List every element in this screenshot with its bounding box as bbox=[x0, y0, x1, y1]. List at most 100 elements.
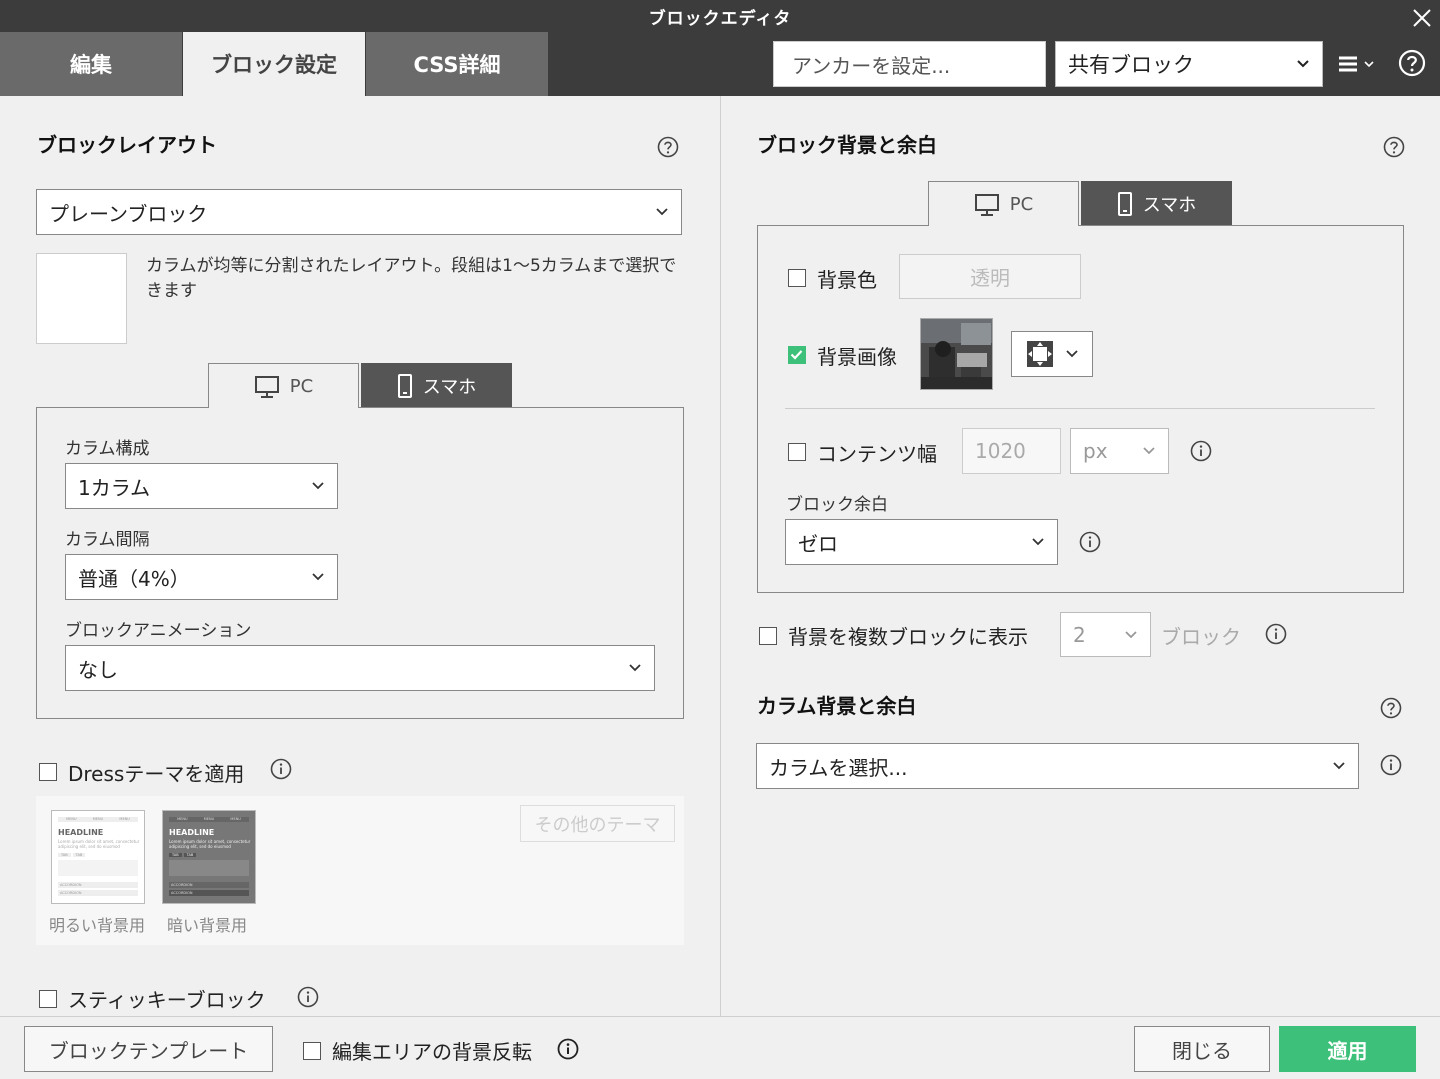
bg-color-label: 背景色 bbox=[817, 268, 877, 292]
help-icon[interactable] bbox=[1398, 49, 1426, 77]
window-title: ブロックエディタ bbox=[648, 9, 792, 29]
tab-smartphone-label: スマホ bbox=[422, 377, 477, 398]
column-gap-label: カラム間隔 bbox=[65, 530, 150, 550]
check-icon bbox=[790, 350, 803, 360]
tab-join bbox=[929, 224, 1078, 227]
menu-button[interactable] bbox=[1338, 48, 1386, 80]
help-icon[interactable] bbox=[1380, 697, 1402, 719]
divider bbox=[785, 408, 1375, 409]
theme-tab: TAB bbox=[183, 853, 197, 857]
theme-body-text: Lorem ipsum dolor sit amet, consectetur … bbox=[169, 839, 251, 849]
tab-pc-left[interactable]: PC bbox=[208, 363, 359, 409]
block-template-button[interactable]: ブロックテンプレート bbox=[24, 1026, 273, 1072]
bg-image-label: 背景画像 bbox=[817, 345, 897, 369]
theme-tabs: TAB TAB bbox=[169, 853, 197, 857]
tab-smartphone-left[interactable]: スマホ bbox=[361, 363, 512, 409]
theme-menu-bar: MENU MENU MENU bbox=[58, 817, 138, 822]
chevron-down-icon bbox=[628, 663, 642, 673]
monitor-icon bbox=[254, 375, 280, 399]
bg-color-checkbox[interactable] bbox=[788, 269, 806, 287]
apply-button[interactable]: 適用 bbox=[1279, 1026, 1416, 1072]
theme-menu-item: MENU bbox=[230, 817, 241, 821]
chevron-down-icon bbox=[1332, 761, 1346, 771]
tab-pc-label: PC bbox=[289, 376, 314, 397]
sticky-block-checkbox[interactable] bbox=[39, 990, 57, 1008]
close-icon[interactable] bbox=[1410, 6, 1434, 30]
theme-menu-item: MENU bbox=[203, 817, 215, 821]
anchor-input[interactable]: アンカーを設定... bbox=[773, 41, 1046, 87]
multi-bg-label: 背景を複数ブロックに表示 bbox=[788, 625, 1028, 649]
column-select[interactable]: カラムを選択... bbox=[756, 743, 1359, 789]
info-icon[interactable] bbox=[1265, 623, 1287, 645]
tab-block-settings[interactable]: ブロック設定 bbox=[183, 32, 365, 96]
bg-image-thumbnail[interactable] bbox=[920, 318, 993, 390]
multi-bg-suffix: ブロック bbox=[1161, 625, 1241, 649]
theme-light-caption: 明るい背景用 bbox=[49, 916, 146, 935]
shared-block-value: 共有ブロック bbox=[1068, 53, 1194, 77]
tab-css-details[interactable]: CSS詳細 bbox=[366, 32, 548, 96]
tab-edit[interactable]: 編集 bbox=[0, 32, 182, 96]
help-icon[interactable] bbox=[657, 136, 679, 158]
tab-smartphone-right[interactable]: スマホ bbox=[1081, 181, 1232, 227]
info-icon[interactable] bbox=[270, 758, 292, 780]
chevron-down-icon bbox=[311, 481, 325, 491]
title-bar: ブロックエディタ 編集 ブロック設定 CSS詳細 アンカーを設定... 共有ブロ… bbox=[0, 0, 1440, 96]
theme-accordion: ACCORDION bbox=[169, 882, 249, 888]
chevron-down-icon bbox=[655, 207, 669, 217]
smartphone-icon bbox=[1117, 191, 1133, 217]
close-button[interactable]: 閉じる bbox=[1134, 1026, 1270, 1072]
layout-preview bbox=[36, 253, 127, 344]
animation-value: なし bbox=[78, 657, 118, 682]
multi-bg-count-select[interactable]: 2 bbox=[1060, 612, 1151, 657]
theme-dark-thumb[interactable]: MENU MENU MENU HEADLINE Lorem ipsum dolo… bbox=[162, 810, 256, 904]
content-width-input[interactable]: 1020 bbox=[962, 428, 1061, 474]
tab-pc-right[interactable]: PC bbox=[928, 181, 1079, 227]
dress-theme-checkbox[interactable] bbox=[39, 763, 57, 781]
column-config-select[interactable]: 1カラム bbox=[65, 463, 338, 509]
column-config-label: カラム構成 bbox=[65, 439, 150, 459]
theme-menu-item: MENU bbox=[92, 817, 104, 821]
column-gap-value: 普通（4%） bbox=[78, 566, 190, 591]
chevron-down-icon bbox=[1124, 630, 1138, 640]
monitor-icon bbox=[974, 193, 1000, 217]
block-margin-label: ブロック余白 bbox=[786, 495, 888, 515]
column-select-value: カラムを選択... bbox=[769, 755, 908, 780]
theme-light-thumb[interactable]: MENU MENU MENU HEADLINE Lorem ipsum dolo… bbox=[51, 810, 145, 904]
dress-theme-label: Dressテーマを適用 bbox=[68, 762, 245, 786]
column-gap-select[interactable]: 普通（4%） bbox=[65, 554, 338, 600]
block-margin-select[interactable]: ゼロ bbox=[785, 519, 1058, 565]
theme-accordion: ACCORDION bbox=[58, 890, 138, 896]
chevron-down-icon bbox=[1296, 59, 1310, 69]
theme-content-box bbox=[58, 860, 138, 876]
content-width-unit: px bbox=[1083, 439, 1108, 463]
info-icon[interactable] bbox=[1079, 531, 1101, 553]
invert-bg-checkbox[interactable] bbox=[303, 1042, 321, 1060]
block-bg-title: ブロック背景と余白 bbox=[757, 133, 937, 157]
theme-tab: TAB bbox=[58, 853, 71, 857]
theme-menu-bar: MENU MENU MENU bbox=[169, 817, 249, 822]
column-config-value: 1カラム bbox=[78, 475, 151, 500]
content-width-unit-select[interactable]: px bbox=[1070, 428, 1169, 474]
footer-bar: ブロックテンプレート 編集エリアの背景反転 閉じる 適用 bbox=[0, 1016, 1440, 1079]
bg-image-checkbox[interactable] bbox=[788, 346, 806, 364]
shared-block-select[interactable]: 共有ブロック bbox=[1055, 41, 1323, 87]
layout-select[interactable]: プレーンブロック bbox=[36, 189, 682, 235]
help-icon[interactable] bbox=[1383, 136, 1405, 158]
content-width-checkbox[interactable] bbox=[788, 443, 806, 461]
info-icon[interactable] bbox=[557, 1038, 579, 1060]
multi-bg-count: 2 bbox=[1073, 622, 1086, 647]
theme-tab: TAB bbox=[72, 853, 86, 857]
other-themes-button[interactable]: その他のテーマ bbox=[520, 805, 675, 842]
smartphone-icon bbox=[397, 373, 413, 399]
tab-pc-label: PC bbox=[1009, 194, 1034, 215]
bg-position-select[interactable] bbox=[1011, 331, 1093, 377]
column-bg-title: カラム背景と余白 bbox=[757, 694, 917, 718]
info-icon[interactable] bbox=[1190, 440, 1212, 462]
info-icon[interactable] bbox=[1380, 754, 1402, 776]
fit-icon bbox=[1026, 340, 1054, 368]
multi-bg-checkbox[interactable] bbox=[759, 627, 777, 645]
animation-select[interactable]: なし bbox=[65, 645, 655, 691]
info-icon[interactable] bbox=[297, 986, 319, 1008]
bg-color-button[interactable]: 透明 bbox=[899, 254, 1081, 299]
theme-headline: HEADLINE bbox=[169, 828, 215, 837]
